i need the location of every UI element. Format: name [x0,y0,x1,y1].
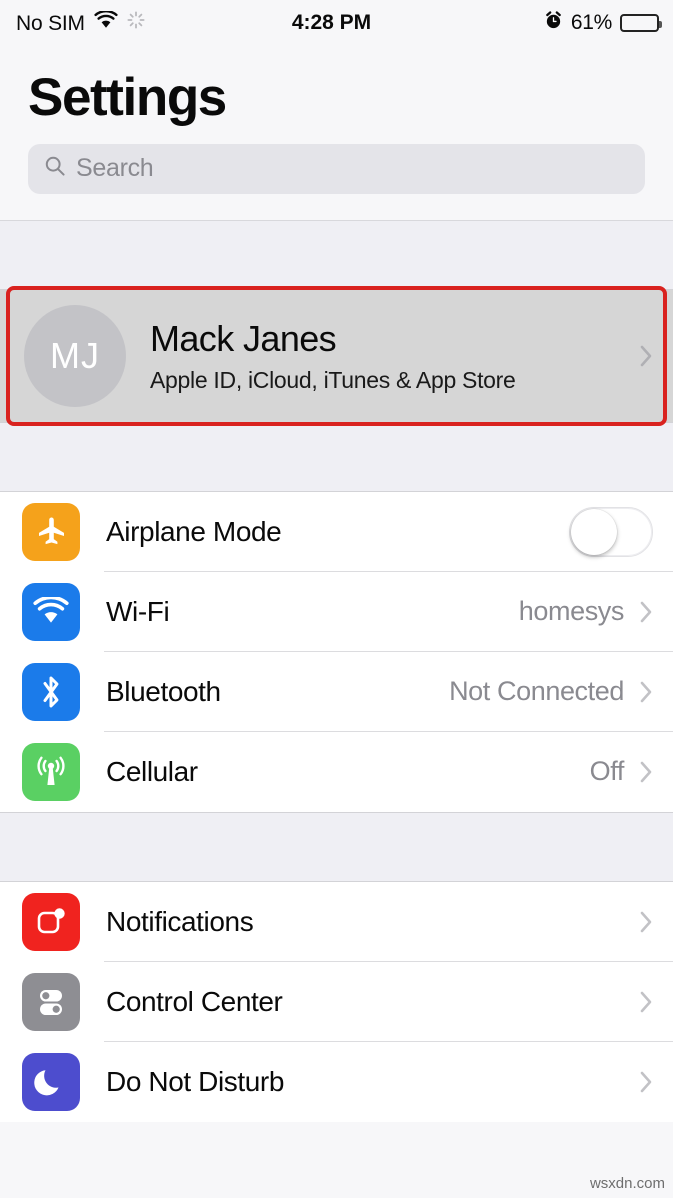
row-label: Control Center [106,985,283,1017]
battery-percent-label: 61% [570,11,612,34]
chevron-right-icon [640,911,653,933]
search-field[interactable]: Search [28,143,645,194]
do-not-disturb-icon [22,1052,80,1111]
settings-row-control-center[interactable]: Control Center [0,961,673,1042]
section-gap-1 [0,421,673,492]
notifications-icon [22,892,80,951]
search-container: Search [0,125,673,220]
airplane-icon [22,502,80,561]
row-label: Bluetooth [106,675,221,707]
status-bar-left: No SIM [16,10,298,35]
control-center-icon [22,972,80,1031]
apple-id-name: Mack Janes [150,318,337,360]
chevron-right-icon [640,681,653,703]
cellular-icon [22,742,80,801]
wifi-icon [94,10,118,35]
chevron-right-icon [640,1071,653,1093]
clock-label: 4:28 PM [291,11,372,34]
row-label: Wi-Fi [106,595,170,627]
bluetooth-status-value: Not Connected [449,676,624,707]
settings-row-notifications[interactable]: Notifications [0,881,673,962]
chevron-right-icon [640,761,653,783]
row-label: Notifications [106,905,254,937]
row-label: Do Not Disturb [106,1065,285,1097]
chevron-right-icon [640,345,653,367]
apple-id-text: Mack Janes Apple ID, iCloud, iTunes & Ap… [150,317,640,394]
carrier-label: No SIM [16,11,85,35]
status-bar: No SIM 4:28 PM 61% [0,0,673,46]
apple-id-row[interactable]: MJ Mack Janes Apple ID, iCloud, iTunes &… [0,289,673,422]
section-gap-2 [0,811,673,882]
search-input[interactable]: Search [76,154,154,183]
settings-screen: No SIM 4:28 PM 61% Settings Search MJ Ma… [0,0,673,1198]
settings-row-bluetooth[interactable]: Bluetooth Not Connected [0,651,673,732]
wifi-network-value: homesys [518,596,625,627]
section-gap-top [0,219,673,290]
apple-id-section: MJ Mack Janes Apple ID, iCloud, iTunes &… [0,285,673,426]
row-label: Airplane Mode [106,515,282,547]
chevron-right-icon [640,601,653,623]
wifi-icon [22,582,80,641]
section-system: Notifications Control Center Do Not Dist… [0,881,673,1122]
avatar-initials: MJ [50,334,100,376]
settings-row-wifi[interactable]: Wi-Fi homesys [0,571,673,652]
status-bar-right: 61% [377,10,662,36]
chevron-right-icon [640,991,653,1013]
avatar: MJ [24,304,126,407]
settings-row-airplane-mode[interactable]: Airplane Mode [0,491,673,572]
bluetooth-icon [22,662,80,721]
settings-row-do-not-disturb[interactable]: Do Not Disturb [0,1041,673,1122]
apple-id-subtitle: Apple ID, iCloud, iTunes & App Store [150,367,516,394]
search-icon [44,155,66,182]
battery-icon [620,14,662,32]
activity-spinner-icon [127,11,145,35]
alarm-clock-icon [544,10,563,36]
settings-row-cellular[interactable]: Cellular Off [0,731,673,812]
page-title: Settings [28,68,227,127]
watermark: wsxdn.com [589,1175,665,1192]
page-title-container: Settings [0,46,673,126]
section-connectivity: Airplane Mode Wi-Fi homesys Bluetooth No… [0,491,673,812]
airplane-mode-toggle[interactable] [569,506,653,557]
cellular-status-value: Off [589,756,625,787]
row-label: Cellular [106,755,198,787]
